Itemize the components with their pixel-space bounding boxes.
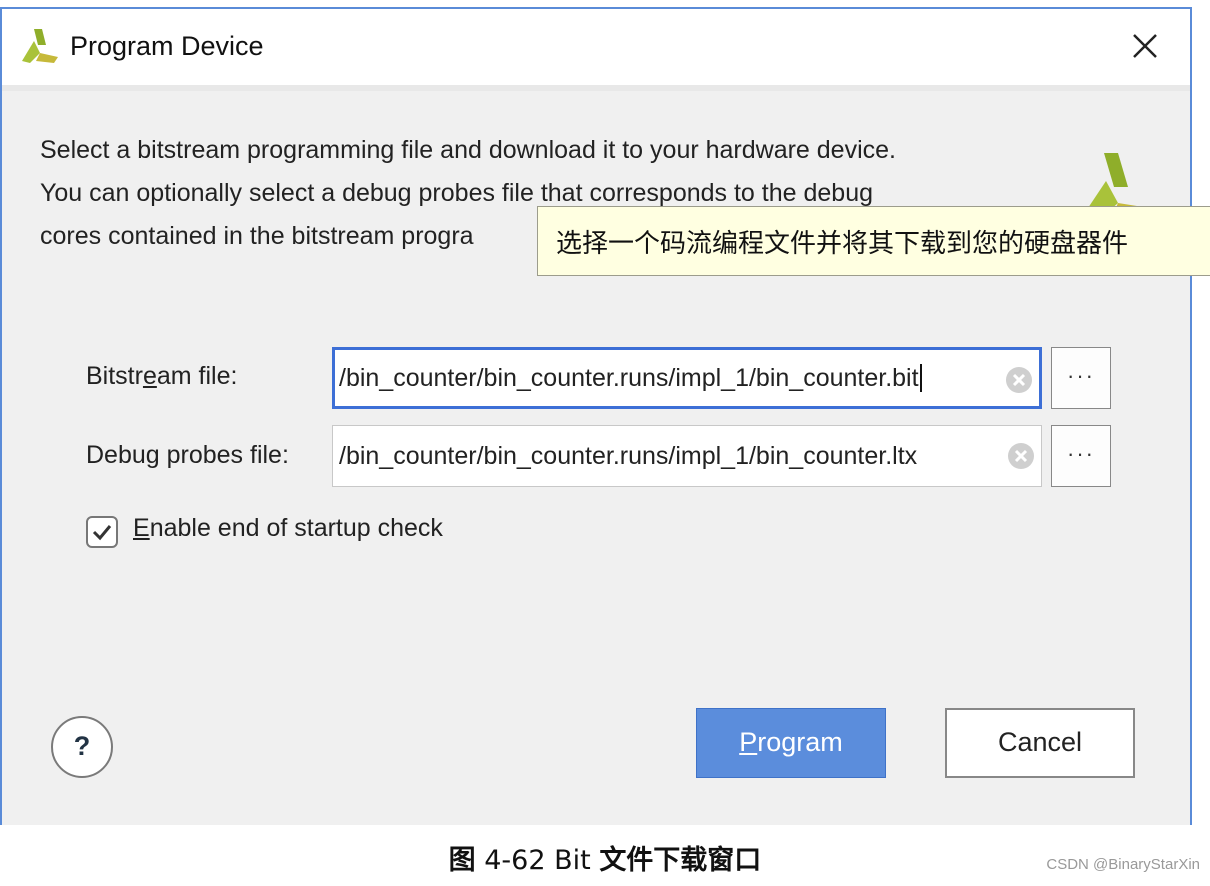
close-icon[interactable] bbox=[1128, 29, 1162, 63]
caption-prefix: 图 bbox=[448, 845, 476, 876]
probes-label-mnemonic: g bbox=[145, 441, 160, 469]
probes-label-rest: probes file: bbox=[159, 441, 289, 469]
checkmark-icon bbox=[92, 525, 112, 541]
bitstream-file-input[interactable]: /bin_counter/bin_counter.runs/impl_1/bin… bbox=[332, 347, 1042, 409]
program-button[interactable]: Program bbox=[696, 708, 886, 778]
description-line-1: Select a bitstream programming file and … bbox=[40, 136, 896, 164]
bitstream-browse-button[interactable]: ··· bbox=[1051, 347, 1111, 409]
startup-check-mnemonic: E bbox=[133, 514, 150, 542]
bitstream-label-mnemonic: e bbox=[142, 362, 157, 390]
tooltip: 选择一个码流编程文件并将其下载到您的硬盘器件 bbox=[537, 206, 1210, 276]
figure-caption: 图 4-62 Bit 文件下载窗口 bbox=[0, 838, 1210, 877]
enable-startup-check-checkbox[interactable] bbox=[86, 516, 118, 548]
debug-probes-browse-button[interactable]: ··· bbox=[1051, 425, 1111, 487]
startup-check-rest: nable end of startup check bbox=[149, 514, 443, 542]
program-rest: rogram bbox=[757, 727, 843, 757]
dialog-body: Select a bitstream programming file and … bbox=[2, 91, 1210, 825]
vivado-logo-icon bbox=[22, 29, 58, 63]
caption-number: 4-62 Bit bbox=[475, 845, 600, 876]
title-bar: Program Device bbox=[2, 9, 1190, 91]
debug-probes-file-value: /bin_counter/bin_counter.runs/impl_1/bin… bbox=[339, 442, 918, 470]
help-button[interactable]: ? bbox=[51, 716, 113, 778]
probes-label-part: Debu bbox=[86, 441, 146, 469]
debug-probes-file-label: Debug probes file: bbox=[86, 441, 289, 470]
bitstream-label-part: Bitstr bbox=[86, 362, 143, 390]
clear-icon[interactable] bbox=[1007, 442, 1035, 470]
watermark: CSDN @BinaryStarXin bbox=[1046, 856, 1200, 873]
enable-startup-check-label[interactable]: Enable end of startup check bbox=[133, 514, 443, 543]
cancel-button[interactable]: Cancel bbox=[945, 708, 1135, 778]
debug-probes-file-input[interactable]: /bin_counter/bin_counter.runs/impl_1/bin… bbox=[332, 425, 1042, 487]
bitstream-label-rest: am file: bbox=[156, 362, 238, 390]
bitstream-file-value: /bin_counter/bin_counter.runs/impl_1/bin… bbox=[339, 364, 919, 392]
bitstream-file-label: Bitstream file: bbox=[86, 362, 237, 391]
program-mnemonic: P bbox=[739, 727, 758, 757]
clear-icon[interactable] bbox=[1005, 366, 1033, 394]
program-device-dialog: Program Device Select a bitstream progra… bbox=[0, 7, 1210, 825]
dialog-title: Program Device bbox=[70, 31, 264, 61]
caption-text: 文件下载窗口 bbox=[599, 845, 762, 876]
